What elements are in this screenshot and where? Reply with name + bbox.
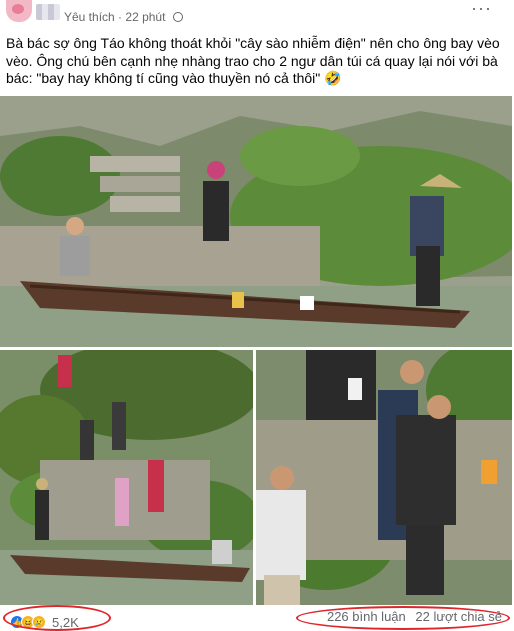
post-header: Yêu thích · 22 phút ···: [0, 0, 514, 30]
engagement-stats: 226 bình luận 22 lượt chia sẻ: [321, 609, 502, 624]
globe-icon: [172, 11, 183, 22]
sad-icon: 😢: [32, 615, 46, 629]
avatar[interactable]: [6, 0, 32, 22]
post-meta: Yêu thích · 22 phút: [64, 9, 183, 24]
wide-river-illustration: [0, 350, 253, 605]
author-snippet[interactable]: Yêu thích: [64, 10, 115, 24]
comment-count[interactable]: 226 bình luận: [327, 609, 406, 624]
blurred-author-name[interactable]: [36, 4, 60, 20]
reaction-count[interactable]: 5,2K: [52, 615, 79, 630]
photo-fish-bag[interactable]: [256, 350, 512, 605]
post-caption: Bà bác sợ ông Táo không thoát khỏi "cây …: [6, 35, 506, 88]
boat-scene-illustration: [0, 96, 512, 347]
more-options-button[interactable]: ···: [471, 0, 492, 19]
caption-text: Bà bác sợ ông Táo không thoát khỏi "cây …: [6, 35, 500, 86]
photo-wide-river[interactable]: [0, 350, 253, 605]
share-count[interactable]: 22 lượt chia sẻ: [415, 609, 502, 624]
post-time[interactable]: 22 phút: [125, 10, 165, 24]
photo-boat-scene[interactable]: [0, 96, 512, 347]
reaction-summary[interactable]: 👍 😆 😢 5,2K: [10, 613, 79, 631]
fish-bag-illustration: [256, 350, 512, 605]
